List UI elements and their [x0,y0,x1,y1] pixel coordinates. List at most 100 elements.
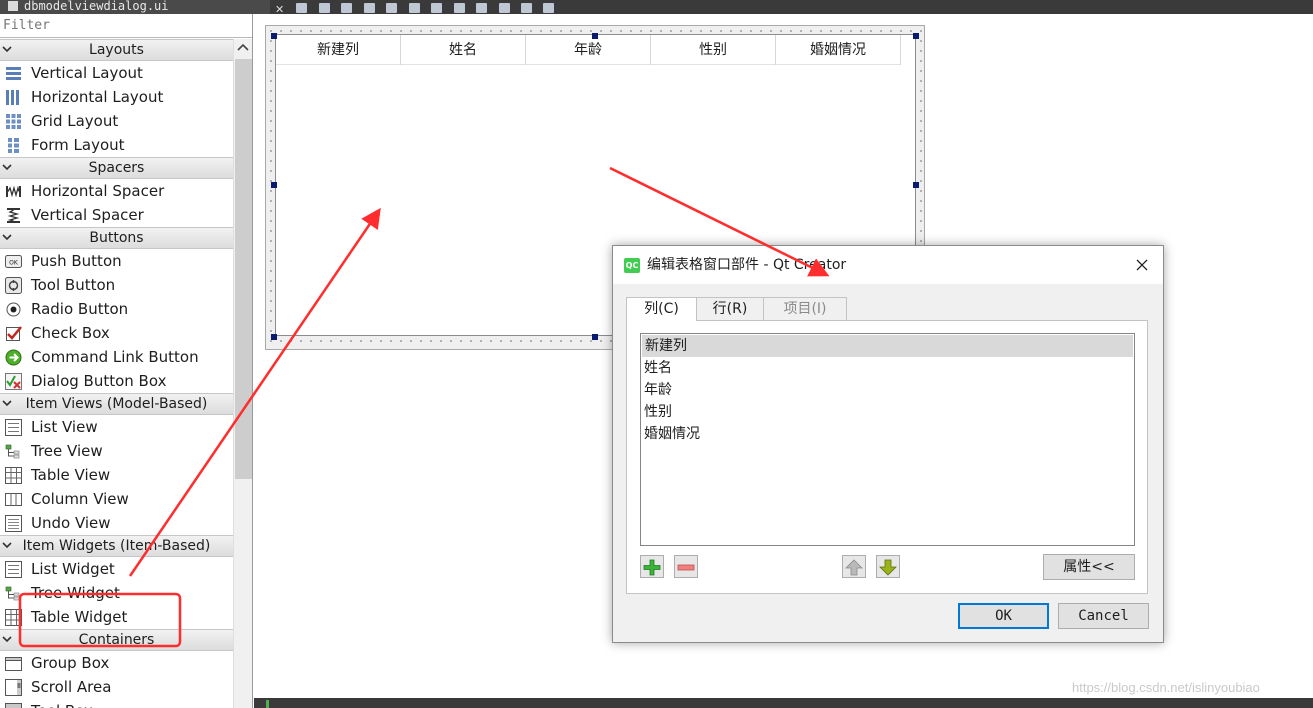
cancel-button[interactable]: Cancel [1058,603,1149,629]
edit-table-widget-dialog: QC 编辑表格窗口部件 - Qt Creator 列(C) 行(R) 项目(I)… [612,245,1164,643]
widget-box-item[interactable]: Form Layout [0,133,233,157]
selection-handle[interactable] [271,182,277,188]
widget-box-item[interactable]: Horizontal Layout [0,85,233,109]
column-list-item[interactable]: 年龄 [641,379,1134,401]
widget-box-item[interactable]: Command Link Button [0,345,233,369]
widget-box-item-label: Tool Box [31,702,93,708]
columns-tab-pane: 新建列 姓名 年龄 性别 婚姻情况 属性<< [626,320,1148,594]
layout-horizontal-icon[interactable] [386,3,398,13]
widget-box-item-label: List Widget [31,560,115,578]
table-header-cell[interactable]: 婚姻情况 [776,35,901,65]
scrollbar-thumb[interactable] [235,59,252,479]
category-header[interactable]: Layouts [0,39,233,61]
selection-handle[interactable] [271,334,277,340]
move-up-button[interactable] [842,555,866,578]
check-box-icon [5,325,22,342]
column-list-item[interactable]: 姓名 [641,357,1134,379]
column-list-item[interactable]: 性别 [641,401,1134,423]
adjust-size-icon[interactable] [543,3,555,13]
widget-box-item[interactable]: List View [0,415,233,439]
filter-input[interactable]: Filter [0,14,252,38]
chevron-down-icon[interactable] [2,540,12,550]
widget-box-item[interactable]: Tree Widget [0,581,233,605]
widget-box-item[interactable]: Vertical Layout [0,61,233,85]
widget-box-item[interactable]: Column View [0,487,233,511]
table-header-cell[interactable]: 性别 [651,35,776,65]
widget-box-item[interactable]: Undo View [0,511,233,535]
widget-box-item[interactable]: Dialog Button Box [0,369,233,393]
widget-box-item[interactable]: Table View [0,463,233,487]
layout-grid-icon[interactable] [476,3,488,13]
tree-view-icon [5,443,22,460]
remove-column-button[interactable] [674,555,698,578]
widget-box-item[interactable]: Grid Layout [0,109,233,133]
table-header-cell[interactable]: 新建列 [276,35,401,65]
widget-box-item[interactable]: Tool Box [0,699,233,708]
chevron-down-icon[interactable] [2,162,12,172]
category-header[interactable]: Buttons [0,227,233,249]
tab-items[interactable]: 项目(I) [763,297,847,320]
category-header[interactable]: Containers [0,629,233,651]
widget-box-item[interactable]: Radio Button [0,297,233,321]
widget-box-item-label: Undo View [31,514,111,532]
widget-box-list: Layouts Vertical Layout Horizontal Layout G… [0,39,233,708]
column-list-item[interactable]: 婚姻情况 [641,423,1134,445]
properties-toggle-button[interactable]: 属性<< [1043,554,1135,580]
widget-box-item[interactable]: Vertical Spacer [0,203,233,227]
widget-box-scrollbar[interactable] [233,39,252,708]
column-list-item[interactable]: 新建列 [642,335,1133,357]
selection-handle[interactable] [913,182,919,188]
edit-buddies-icon[interactable] [341,3,353,13]
widget-box-item[interactable]: Tree View [0,439,233,463]
chevron-down-icon[interactable] [2,398,12,408]
edit-widgets-icon[interactable] [296,3,308,13]
widget-box-item[interactable]: Scroll Area [0,675,233,699]
widget-box-item[interactable]: OK Push Button [0,249,233,273]
watermark-text: https://blog.csdn.net/islinyoubiao [1072,680,1260,695]
selection-handle[interactable] [913,33,919,39]
tab-rows[interactable]: 行(R) [696,297,764,320]
category-header[interactable]: Spacers [0,157,233,179]
table-header-cell[interactable]: 姓名 [401,35,526,65]
category-header[interactable]: Item Widgets (Item-Based) [0,535,233,557]
plus-icon [643,559,661,576]
selection-handle[interactable] [592,33,598,39]
widget-box-item[interactable]: Tool Button [0,273,233,297]
tab-columns[interactable]: 列(C) [626,297,697,321]
chevron-down-icon[interactable] [2,44,12,54]
vertical-layout-icon [5,65,22,82]
category-header[interactable]: Item Views (Model-Based) [0,393,233,415]
columns-list[interactable]: 新建列 姓名 年龄 性别 婚姻情况 [640,333,1135,546]
ok-button[interactable]: OK [958,603,1049,629]
add-column-button[interactable] [640,555,664,578]
file-tab[interactable]: dbmodelviewdialog.ui [0,0,270,14]
edit-signals-icon[interactable] [318,3,330,13]
widget-box-item[interactable]: Group Box [0,651,233,675]
break-layout-icon[interactable] [520,3,532,13]
arrow-up-icon [845,559,863,576]
form-layout-icon [5,137,22,154]
widget-box-item-label: Table Widget [31,608,128,626]
chevron-down-icon[interactable] [2,634,12,644]
selection-handle[interactable] [592,334,598,340]
table-header-cell[interactable]: 年龄 [526,35,651,65]
widget-box-item[interactable]: Table Widget [0,605,233,629]
scroll-up-arrow-icon[interactable] [237,42,249,52]
widget-box-item[interactable]: Check Box [0,321,233,345]
chevron-down-icon[interactable] [2,232,12,242]
widget-box-item[interactable]: List Widget [0,557,233,581]
close-icon[interactable] [1133,256,1151,274]
push-button-icon: OK [5,253,22,270]
layout-vertical-icon[interactable] [408,3,420,13]
layout-h-splitter-icon[interactable] [431,3,443,13]
widget-box-item-label: Push Button [31,252,122,270]
tree-widget-icon [5,585,22,602]
selection-handle[interactable] [271,33,277,39]
edit-tab-order-icon[interactable] [363,3,375,13]
group-box-icon [5,655,22,672]
layout-form-icon[interactable] [498,3,510,13]
widget-box-item-label: Radio Button [31,300,129,318]
widget-box-item[interactable]: Horizontal Spacer [0,179,233,203]
layout-v-splitter-icon[interactable] [453,3,465,13]
move-down-button[interactable] [876,555,900,578]
